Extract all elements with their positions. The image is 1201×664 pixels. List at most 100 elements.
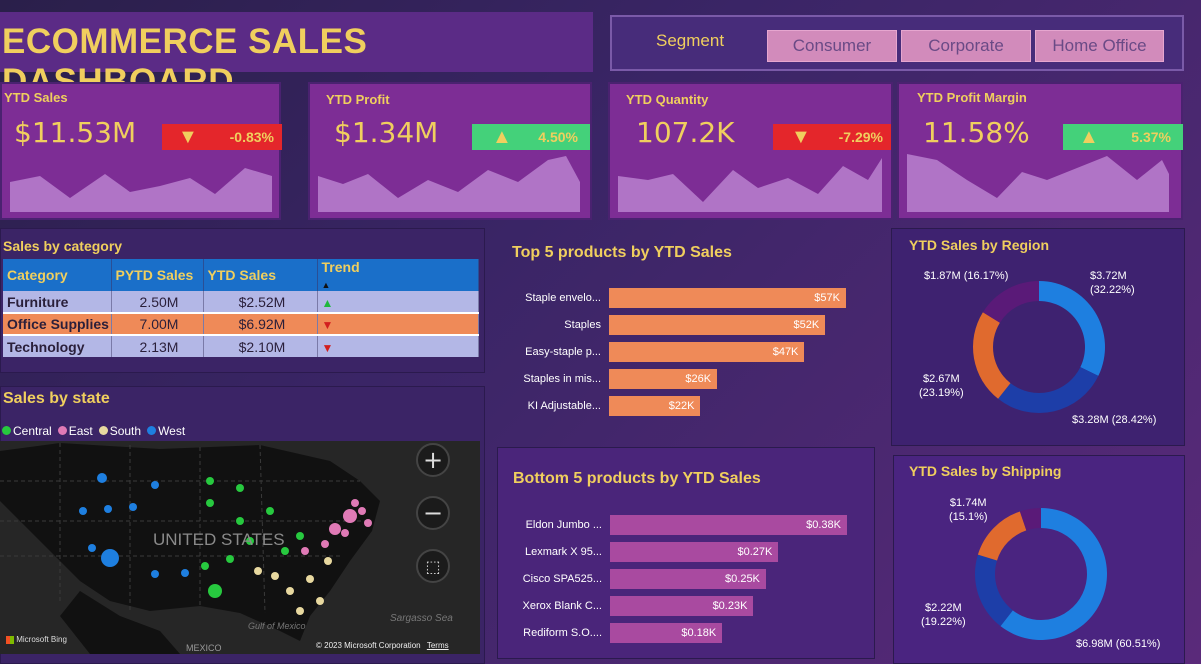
kpi-title: YTD Profit Margin bbox=[917, 90, 1027, 105]
trend-cell: ▼ bbox=[317, 312, 479, 336]
kpi-change: -0.83% bbox=[229, 129, 274, 145]
bar-category-label: KI Adjustable... bbox=[527, 400, 601, 412]
column-header[interactable]: Category bbox=[3, 259, 112, 291]
segment-button-corporate[interactable]: Corporate bbox=[901, 30, 1031, 62]
map-country-label: UNITED STATES bbox=[153, 530, 285, 549]
donut-slice[interactable] bbox=[998, 367, 1099, 413]
region-slice-label: $2.67M (23.19%) bbox=[919, 373, 964, 399]
category-cell: Technology bbox=[3, 335, 112, 357]
region-slice-label: $3.28M (28.42%) bbox=[1072, 414, 1157, 426]
column-header[interactable]: Trend ▲ bbox=[317, 259, 479, 291]
map-copyright: © 2023 Microsoft Corporation Terms bbox=[316, 641, 449, 650]
bar-value-label: $0.38K bbox=[806, 519, 841, 531]
bar-value-label: $0.23K bbox=[712, 600, 748, 612]
bing-logo: Microsoft Bing bbox=[6, 635, 67, 644]
kpi-change-badge: ▼ -0.83% bbox=[162, 124, 282, 150]
bar[interactable]: $26K bbox=[609, 369, 718, 389]
bar-value-label: $0.27K bbox=[737, 546, 773, 558]
column-header[interactable]: YTD Sales bbox=[203, 259, 318, 291]
microsoft-logo-icon bbox=[6, 635, 14, 644]
kpi-change: 5.37% bbox=[1131, 129, 1171, 145]
kpi-title: YTD Sales bbox=[4, 90, 68, 105]
shipping-slice-label: $6.98M (60.51%) bbox=[1076, 638, 1161, 650]
kpi-change-badge: ▲ 5.37% bbox=[1063, 124, 1183, 150]
state-map[interactable]: UNITED STATES Sargasso Sea Gulf of Mexic… bbox=[0, 441, 480, 654]
trend-cell: ▲ bbox=[317, 291, 479, 313]
pytd-cell: 2.13M bbox=[111, 335, 204, 357]
sparkline bbox=[618, 158, 882, 212]
segment-button-consumer[interactable]: Consumer bbox=[767, 30, 897, 62]
shipping-donut-card: YTD Sales by Shipping $6.98M (60.51%) $2… bbox=[893, 455, 1185, 664]
bar[interactable]: $22K bbox=[609, 396, 701, 416]
up-triangle-icon: ▲ bbox=[492, 125, 512, 148]
terms-link[interactable]: Terms bbox=[427, 641, 449, 650]
bar[interactable]: $0.25K bbox=[610, 569, 766, 589]
title-panel: ECOMMERCE SALES DASHBOARD bbox=[0, 12, 593, 101]
bar[interactable]: $0.23K bbox=[610, 596, 754, 616]
donut-slice[interactable] bbox=[973, 312, 1011, 399]
donut-slice[interactable] bbox=[975, 554, 1013, 627]
table-row[interactable]: Furniture 2.50M $2.52M ▲ bbox=[3, 291, 479, 313]
bar-category-label: Easy-staple p... bbox=[525, 346, 601, 358]
bar-category-label: Xerox Blank C... bbox=[522, 600, 602, 612]
bar-value-label: $52K bbox=[793, 319, 820, 331]
segment-label: Segment bbox=[656, 31, 725, 50]
select-area-button[interactable]: ⬚ bbox=[416, 549, 450, 583]
svg-text:MEXICO: MEXICO bbox=[186, 643, 222, 653]
category-cell: Office Supplies bbox=[3, 312, 112, 336]
down-triangle-icon: ▼ bbox=[791, 125, 811, 148]
bar[interactable]: $0.18K bbox=[610, 623, 723, 643]
bar[interactable]: $47K bbox=[609, 342, 805, 362]
legend-item-south[interactable]: South bbox=[98, 424, 141, 438]
bar[interactable]: $0.27K bbox=[610, 542, 779, 562]
section-title: Top 5 products by YTD Sales bbox=[512, 244, 732, 261]
pytd-cell: 7.00M bbox=[111, 312, 204, 336]
category-table: Category PYTD Sales YTD Sales Trend ▲ Fur… bbox=[3, 259, 479, 357]
down-triangle-icon: ▼ bbox=[321, 318, 334, 332]
bar[interactable]: $52K bbox=[609, 315, 826, 335]
legend-item-east[interactable]: East bbox=[57, 424, 93, 438]
bar[interactable]: $57K bbox=[609, 288, 846, 308]
bar[interactable]: $0.38K bbox=[610, 515, 847, 535]
kpi-card-ytd-profit: YTD Profit $1.34M ▲ 4.50% bbox=[308, 82, 592, 220]
bottom5-products-card: Bottom 5 products by YTD Sales Eldon Jum… bbox=[497, 447, 875, 659]
segment-slicer: Segment Consumer Corporate Home Office bbox=[610, 15, 1184, 71]
svg-text:Sargasso Sea: Sargasso Sea bbox=[390, 613, 453, 624]
bar-value-label: $26K bbox=[685, 373, 712, 385]
svg-text:Gulf of Mexico: Gulf of Mexico bbox=[248, 621, 306, 631]
bar-category-label: Staple envelo... bbox=[525, 292, 601, 304]
segment-button-home-office[interactable]: Home Office bbox=[1035, 30, 1164, 62]
up-triangle-icon: ▲ bbox=[321, 295, 334, 310]
kpi-title: YTD Quantity bbox=[626, 92, 709, 107]
kpi-value: 107.2K bbox=[636, 116, 735, 149]
shipping-donut-chart[interactable] bbox=[894, 456, 1186, 664]
pytd-cell: 2.50M bbox=[111, 291, 204, 313]
region-slice-label: $3.72M (32.22%) bbox=[1090, 270, 1135, 296]
bar-category-label: Lexmark X 95... bbox=[524, 546, 602, 558]
kpi-change-badge: ▲ 4.50% bbox=[472, 124, 590, 150]
bar-category-label: Rediform S.O.... bbox=[523, 627, 602, 639]
table-row[interactable]: Technology 2.13M $2.10M ▼ bbox=[3, 335, 479, 357]
donut-slice[interactable] bbox=[982, 281, 1039, 323]
region-slice-label: $1.87M (16.17%) bbox=[924, 270, 1009, 282]
legend-item-west[interactable]: West bbox=[147, 424, 185, 438]
ytd-cell: $2.52M bbox=[203, 291, 318, 313]
trend-cell: ▼ bbox=[317, 335, 479, 357]
ytd-cell: $2.10M bbox=[203, 335, 318, 357]
up-triangle-icon: ▲ bbox=[1079, 125, 1099, 148]
kpi-title: YTD Profit bbox=[326, 92, 390, 107]
legend-item-central[interactable]: Central bbox=[2, 424, 52, 438]
zoom-in-button[interactable]: + bbox=[416, 443, 450, 477]
map-legend: Central East South West bbox=[2, 424, 185, 438]
kpi-change-badge: ▼ -7.29% bbox=[773, 124, 891, 150]
kpi-value: 11.58% bbox=[923, 116, 1030, 149]
bar-value-label: $57K bbox=[814, 292, 840, 304]
down-triangle-icon: ▼ bbox=[321, 340, 334, 355]
kpi-change: -7.29% bbox=[838, 129, 883, 145]
shipping-slice-label: $1.74M (15.1%) bbox=[949, 497, 988, 523]
column-header[interactable]: PYTD Sales bbox=[111, 259, 204, 291]
table-row[interactable]: Office Supplies 7.00M $6.92M ▼ bbox=[3, 312, 479, 336]
kpi-change: 4.50% bbox=[538, 129, 578, 145]
ytd-cell: $6.92M bbox=[203, 312, 318, 336]
zoom-out-button[interactable]: − bbox=[416, 496, 450, 530]
